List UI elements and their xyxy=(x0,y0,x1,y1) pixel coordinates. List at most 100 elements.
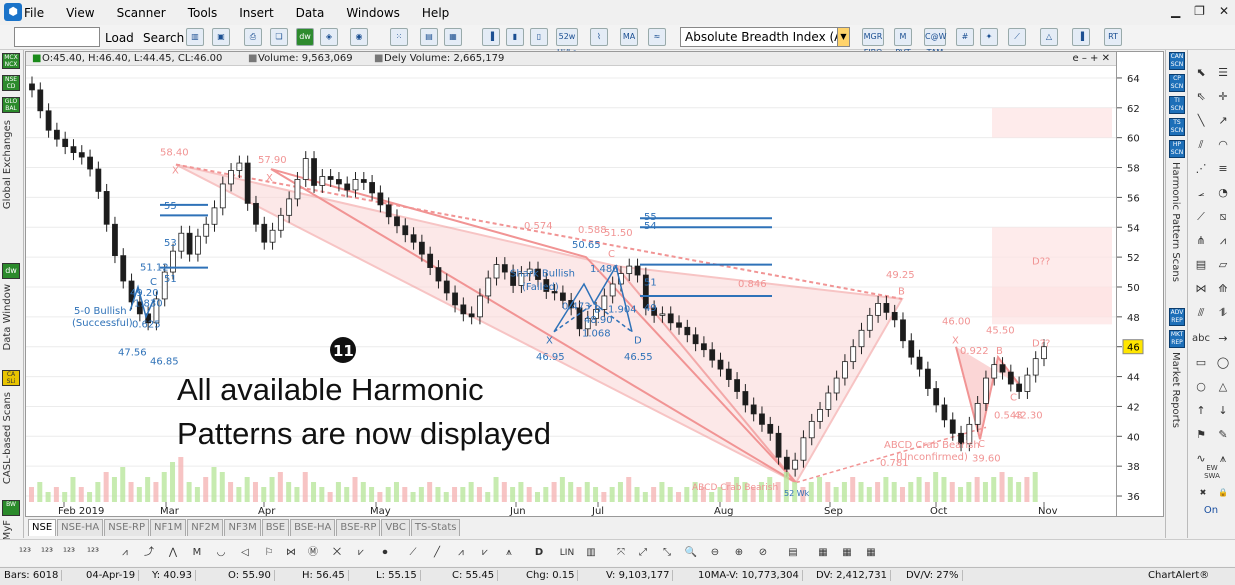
mcx-ncx-chip[interactable]: MCX NCX xyxy=(2,53,20,69)
scatter-icon[interactable]: ⁙ xyxy=(390,28,408,46)
search-button[interactable]: Search xyxy=(142,27,184,47)
triangle-tool-icon[interactable]: △ xyxy=(1214,378,1232,396)
chart-style-icon[interactable]: ▥ xyxy=(186,28,204,46)
menu-windows[interactable]: Windows xyxy=(346,6,400,20)
ascending-icon[interactable]: ⤴ xyxy=(140,544,158,562)
menu-file[interactable]: File xyxy=(24,6,44,20)
close-icon[interactable]: ✕ xyxy=(1219,4,1229,18)
tab-nf1m[interactable]: NF1M xyxy=(150,519,187,536)
tab-nse-rp[interactable]: NSE-RP xyxy=(104,519,150,536)
gann-box-icon[interactable]: ⧅ xyxy=(1214,208,1232,226)
triangle-icon[interactable]: △ xyxy=(1040,28,1058,46)
symbol-input[interactable] xyxy=(14,27,100,47)
candle-icon[interactable]: ▮ xyxy=(506,28,524,46)
pvt-icon[interactable]: M PVT xyxy=(894,28,912,57)
circle-icon[interactable]: ○ xyxy=(1192,378,1210,396)
menu-view[interactable]: View xyxy=(66,6,94,20)
text-tool-icon[interactable]: abc xyxy=(1192,330,1210,348)
line-icon[interactable]: ╲ xyxy=(1192,112,1210,130)
global-chip[interactable]: GLO BAL xyxy=(2,97,20,113)
fibo-icon[interactable]: MGR FIBO xyxy=(862,28,884,57)
regression-icon[interactable]: ⥮ xyxy=(1214,304,1232,322)
wedge-icon[interactable]: ◁ xyxy=(236,544,254,562)
chart-area[interactable]: Feb 2019 Mar Apr May Jun Jul Aug Sep Oct Nov 58.40… xyxy=(25,51,1117,517)
flag-icon[interactable]: ⚑ xyxy=(1192,426,1210,444)
gann-fan-icon[interactable]: ⟋ xyxy=(1192,208,1210,226)
compass-icon[interactable]: ◈ xyxy=(320,28,338,46)
tab-nse-ha[interactable]: NSE-HA xyxy=(57,519,104,536)
resize-icon[interactable]: ⤢ xyxy=(634,544,652,562)
andrews-icon[interactable]: ⋔ xyxy=(1192,232,1210,250)
head-shoulders-icon[interactable]: ⋀ xyxy=(164,544,182,562)
cursor-hollow-icon[interactable]: ⇖ xyxy=(1192,88,1210,106)
minimize-icon[interactable]: ▁ xyxy=(1171,4,1180,18)
global-exchanges-label[interactable]: Global Exchanges xyxy=(2,120,13,209)
arrow-up-icon[interactable]: ↑ xyxy=(1192,402,1210,420)
menu-scanner[interactable]: Scanner xyxy=(117,6,166,20)
star-icon[interactable]: ✦ xyxy=(980,28,998,46)
load-button[interactable]: Load xyxy=(104,27,134,47)
numbers-3-icon[interactable]: ¹²³ xyxy=(60,544,78,562)
volume-icon[interactable]: ▯ xyxy=(530,28,548,46)
cup-icon[interactable]: ◡ xyxy=(212,544,230,562)
gartley-icon[interactable]: Ⓜ xyxy=(304,544,322,562)
fan-lines-icon[interactable]: ⟰ xyxy=(1214,280,1232,298)
ma-icon[interactable]: MA xyxy=(620,28,638,46)
trend-icon[interactable]: ⌇ xyxy=(590,28,608,46)
casl-chip[interactable]: CA SLi xyxy=(2,370,20,386)
slant-icon[interactable]: ⟋ xyxy=(404,544,422,562)
zoom-out-icon[interactable]: ⊖ xyxy=(706,544,724,562)
data-window-label[interactable]: Data Window xyxy=(2,284,13,350)
indicator-select[interactable]: Absolute Breadth Index (ABI ▼ xyxy=(680,27,850,47)
record-icon[interactable]: ⏺ xyxy=(376,544,394,562)
crab-icon[interactable]: ⩗ xyxy=(352,544,370,562)
fan-icon[interactable]: ⟋ xyxy=(1008,28,1026,46)
ti-scan-chip[interactable]: TI SCN xyxy=(1169,96,1185,114)
bar-chart-icon[interactable]: ▐ xyxy=(482,28,500,46)
tab-ts-stats[interactable]: TS-Stats xyxy=(410,519,461,536)
delete-icon[interactable]: ✖ xyxy=(1194,484,1212,502)
bw-chip[interactable]: BW xyxy=(2,500,20,516)
casl-scans-label[interactable]: CASL-based Scans xyxy=(2,392,13,484)
parallel-lines-icon[interactable]: ⫽ xyxy=(1192,136,1210,154)
arcs-icon[interactable]: ◠ xyxy=(1214,136,1232,154)
map-icon[interactable]: ◉ xyxy=(350,28,368,46)
table-icon[interactable]: ▦ xyxy=(444,28,462,46)
double-top-icon[interactable]: Ⅿ xyxy=(188,544,206,562)
dw-chip[interactable]: dw xyxy=(2,263,20,279)
notes-icon[interactable]: ▤ xyxy=(784,544,802,562)
price-chart[interactable]: Feb 2019 Mar Apr May Jun Jul Aug Sep Oct Nov 58.40… xyxy=(26,52,1116,516)
crosshair-icon[interactable]: ✛ xyxy=(1214,88,1232,106)
ray-icon[interactable]: ↗ xyxy=(1214,112,1232,130)
pattern-b-icon[interactable]: ⩗ xyxy=(476,544,494,562)
pattern-a-icon[interactable]: ⩘ xyxy=(452,544,470,562)
can-scan-chip[interactable]: CAN SCN xyxy=(1169,52,1185,70)
dw-icon[interactable]: dw xyxy=(296,28,314,46)
menu-help[interactable]: Help xyxy=(422,6,449,20)
grid-icon[interactable]: # xyxy=(956,28,974,46)
numbers-4-icon[interactable]: ¹²³ xyxy=(84,544,102,562)
trend-channel-icon[interactable]: ⫻ xyxy=(1192,304,1210,322)
tam-icon[interactable]: C@W TAM xyxy=(924,28,947,57)
hp-scan-chip[interactable]: HP SCN xyxy=(1169,140,1185,158)
sheet-2-icon[interactable]: ▦ xyxy=(838,544,856,562)
nse-cd-chip[interactable]: NSE CD xyxy=(2,75,20,91)
marker-icon[interactable]: ✎ xyxy=(1214,426,1232,444)
expand-icon[interactable]: ⤧ xyxy=(612,544,630,562)
zoom-in-icon[interactable]: ⊕ xyxy=(730,544,748,562)
mkt-rep-chip[interactable]: MKT REP xyxy=(1169,330,1185,348)
menu-insert[interactable]: Insert xyxy=(239,6,273,20)
menu-data[interactable]: Data xyxy=(296,6,325,20)
save-icon[interactable]: ▣ xyxy=(212,28,230,46)
tab-bse[interactable]: BSE xyxy=(261,519,290,536)
harmonic-pattern-scans-label[interactable]: Harmonic Pattern Scans xyxy=(1170,162,1181,282)
monitor-icon[interactable]: ▤ xyxy=(420,28,438,46)
pitchfork-icon[interactable]: ⋈ xyxy=(1192,280,1210,298)
levels-icon[interactable]: ▤ xyxy=(1192,256,1210,274)
numbers-icon[interactable]: ¹²³ xyxy=(16,544,34,562)
chart-window-controls[interactable]: e – + ✕ xyxy=(1073,53,1110,64)
zoom-reset-icon[interactable]: ⊘ xyxy=(754,544,772,562)
shrink-icon[interactable]: ⤡ xyxy=(658,544,676,562)
zoom-icon[interactable]: 🔍 xyxy=(682,544,700,562)
flag-pattern-icon[interactable]: ⚐ xyxy=(260,544,278,562)
